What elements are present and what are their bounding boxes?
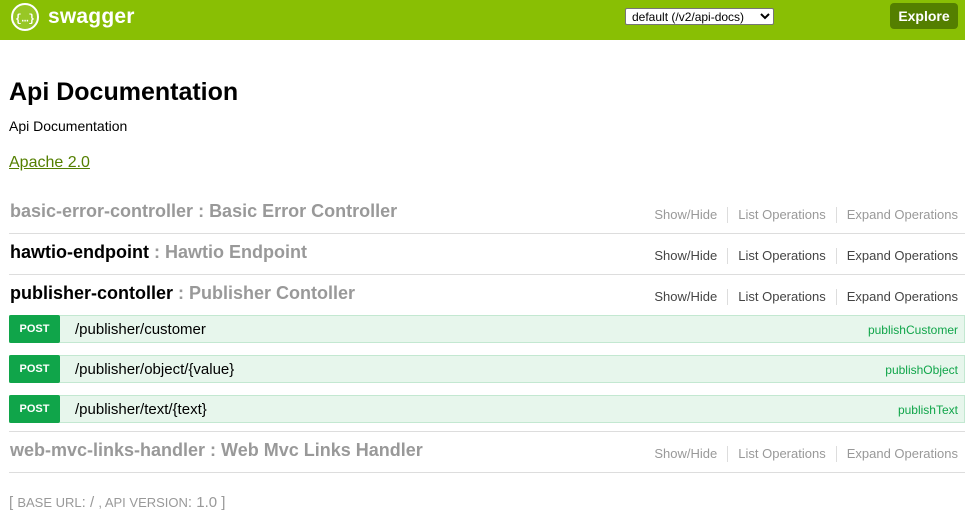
footer-info: [ BASE URL: / , API VERSION: 1.0 ] [9, 494, 225, 511]
operation-nickname[interactable]: publishCustomer [868, 323, 958, 337]
explore-button[interactable]: Explore [890, 3, 958, 29]
operation-nickname[interactable]: publishObject [885, 363, 958, 377]
resource-name[interactable]: basic-error-controller [10, 201, 193, 221]
expand-operations-link[interactable]: Expand Operations [837, 207, 958, 223]
list-operations-link[interactable]: List Operations [728, 207, 837, 223]
resource-separator: : [193, 201, 210, 221]
operations-list: POST/publisher/customer publishCustomer PO… [9, 315, 965, 431]
api-info: Api Documentation Api Documentation Apac… [9, 77, 238, 173]
resource-description[interactable]: Publisher Contoller [189, 283, 355, 303]
expand-operations-link[interactable]: Expand Operations [837, 289, 958, 305]
expand-operations-link[interactable]: Expand Operations [837, 446, 958, 462]
braces-icon: {…} [11, 3, 39, 31]
resource-separator: : [205, 440, 222, 460]
operation-nickname[interactable]: publishText [898, 403, 958, 417]
expand-operations-link[interactable]: Expand Operations [837, 248, 958, 264]
list-operations-link[interactable]: List Operations [728, 289, 837, 305]
show-hide-link[interactable]: Show/Hide [644, 248, 729, 264]
api-version-value: : 1.0 [187, 494, 222, 511]
logo-text: swagger [48, 5, 135, 28]
show-hide-link[interactable]: Show/Hide [644, 446, 729, 462]
resource-name[interactable]: publisher-contoller [10, 283, 173, 303]
list-operations-link[interactable]: List Operations [728, 248, 837, 264]
resource-title[interactable]: web-mvc-links-handler : Web Mvc Links Ha… [10, 440, 423, 461]
api-description: Api Documentation [9, 118, 128, 134]
resource-description[interactable]: Basic Error Controller [209, 201, 397, 221]
http-method-badge[interactable]: POST [9, 355, 60, 383]
resource-name[interactable]: hawtio-endpoint [10, 242, 149, 262]
api-spec-select[interactable]: default (/v2/api-docs) [625, 8, 774, 25]
operation-path[interactable]: /publisher/object/{value} [75, 361, 234, 378]
operation-row[interactable]: POST/publisher/object/{value} publishObje… [9, 355, 965, 383]
resources-list: basic-error-controller : Basic Error Con… [9, 193, 965, 473]
base-url-label: BASE URL [17, 495, 82, 510]
resource-title[interactable]: publisher-contoller : Publisher Contolle… [10, 283, 355, 304]
resource-actions: Show/Hide List Operations Expand Operation… [644, 289, 958, 305]
resource-actions: Show/Hide List Operations Expand Operation… [644, 248, 958, 264]
resource-separator: : [148, 242, 165, 262]
api-title: Api Documentation [9, 78, 239, 106]
resource-web-mvc-links-handler: web-mvc-links-handler : Web Mvc Links Ha… [9, 432, 965, 473]
http-method-badge[interactable]: POST [9, 395, 60, 423]
operation-row[interactable]: POST/publisher/text/{text} publishText [9, 395, 965, 423]
license-link[interactable]: Apache 2.0 [9, 153, 90, 173]
operation-row[interactable]: POST/publisher/customer publishCustomer [9, 315, 965, 343]
swagger-logo[interactable]: {…} swagger [11, 3, 135, 31]
show-hide-link[interactable]: Show/Hide [644, 207, 729, 223]
resource-basic-error-controller: basic-error-controller : Basic Error Con… [9, 193, 965, 234]
svg-text:{…}: {…} [15, 14, 35, 26]
base-url-value: : / [81, 494, 99, 511]
resource-description[interactable]: Hawtio Endpoint [165, 242, 307, 262]
resource-actions: Show/Hide List Operations Expand Operation… [644, 207, 958, 223]
list-operations-link[interactable]: List Operations [728, 446, 837, 462]
resource-header: hawtio-endpoint : Hawtio Endpoint Show/Hi… [9, 234, 965, 274]
resource-hawtio-endpoint: hawtio-endpoint : Hawtio Endpoint Show/Hi… [9, 234, 965, 275]
resource-actions: Show/Hide List Operations Expand Operation… [644, 446, 958, 462]
resource-separator: : [173, 283, 190, 303]
resource-header: web-mvc-links-handler : Web Mvc Links Ha… [9, 432, 965, 472]
show-hide-link[interactable]: Show/Hide [644, 289, 729, 305]
resource-header: publisher-contoller : Publisher Contolle… [9, 275, 965, 315]
resource-description[interactable]: Web Mvc Links Handler [221, 440, 423, 460]
operation-path[interactable]: /publisher/text/{text} [75, 401, 207, 418]
resource-publisher-contoller: publisher-contoller : Publisher Contolle… [9, 275, 965, 432]
api-version-label: API VERSION [104, 495, 188, 510]
resource-name[interactable]: web-mvc-links-handler [10, 440, 205, 460]
footer-close-bracket: ] [221, 494, 226, 511]
resource-header: basic-error-controller : Basic Error Con… [9, 193, 965, 233]
header-bar: {…} swagger default (/v2/api-docs) Explo… [0, 0, 965, 40]
operation-path[interactable]: /publisher/customer [75, 321, 206, 338]
resource-title[interactable]: basic-error-controller : Basic Error Con… [10, 201, 397, 222]
resource-title[interactable]: hawtio-endpoint : Hawtio Endpoint [10, 242, 307, 263]
http-method-badge[interactable]: POST [9, 315, 60, 343]
